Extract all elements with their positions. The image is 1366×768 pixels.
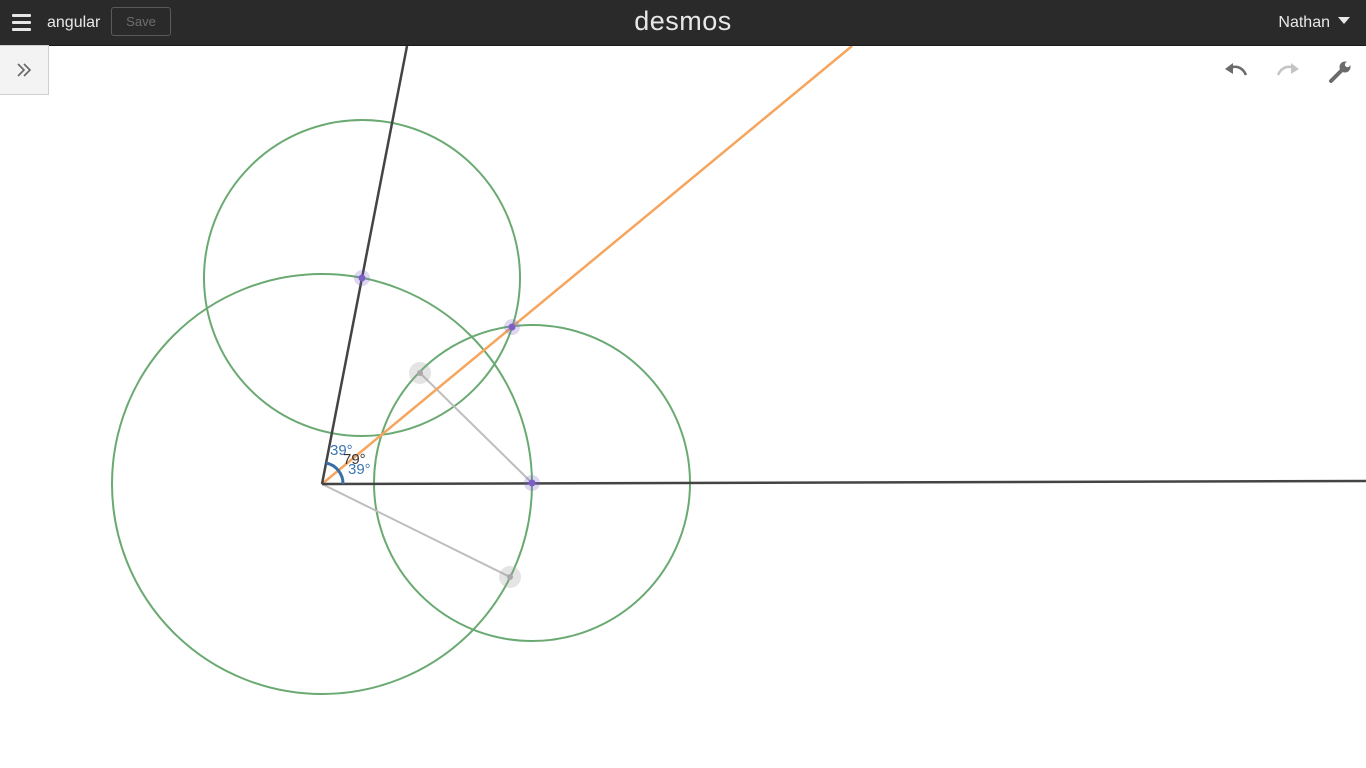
helper-segment-lower bbox=[321, 483, 511, 578]
top-bar: angular Save desmos Nathan bbox=[0, 0, 1366, 46]
graph-canvas[interactable]: 39° 79° 39° bbox=[0, 46, 1366, 768]
angle-label-lower: 39° bbox=[348, 461, 371, 478]
user-name: Nathan bbox=[1278, 14, 1330, 31]
angle-bisector-ray bbox=[321, 46, 853, 485]
desmos-logo: desmos bbox=[634, 6, 732, 36]
ray-upper bbox=[320, 46, 409, 485]
user-menu[interactable]: Nathan bbox=[1278, 14, 1350, 32]
ray-horizontal bbox=[321, 479, 1366, 486]
construction-circles bbox=[111, 119, 691, 695]
chevron-down-icon bbox=[1338, 17, 1350, 24]
